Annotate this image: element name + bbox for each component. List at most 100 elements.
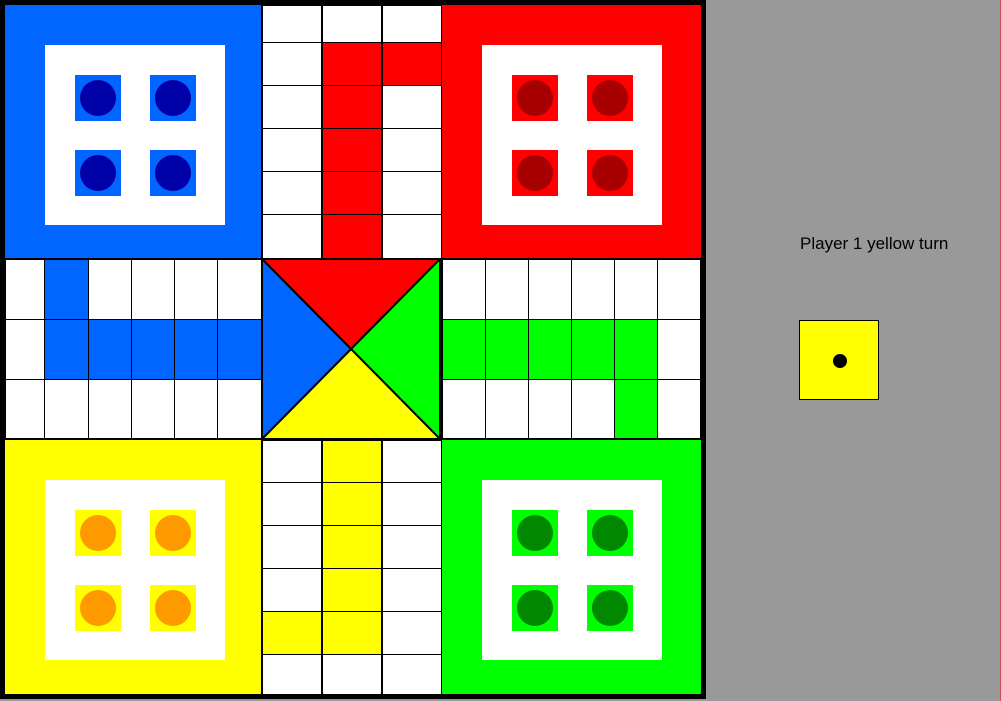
green-token[interactable]: [592, 590, 628, 626]
green-token-slot: [587, 510, 633, 556]
green-token[interactable]: [517, 515, 553, 551]
track-cell: [382, 482, 442, 526]
green-track-cell: [571, 319, 615, 380]
track-cell: [174, 379, 218, 439]
red-token[interactable]: [517, 155, 553, 191]
red-track-cell: [322, 171, 382, 215]
track-cell: [262, 128, 322, 172]
yellow-track-cell: [322, 611, 382, 655]
track-cell: [382, 85, 442, 129]
red-track-cell: [322, 128, 382, 172]
track-cell: [174, 259, 218, 320]
track-cell: [131, 379, 175, 439]
green-token-slot: [587, 585, 633, 631]
track-cell: [657, 259, 701, 320]
green-track-cell: [614, 319, 658, 380]
red-token[interactable]: [592, 155, 628, 191]
yellow-home: [5, 440, 261, 694]
red-token-slot: [512, 75, 558, 121]
red-token-slot: [587, 150, 633, 196]
track-cell: [614, 259, 658, 320]
track-cell: [382, 568, 442, 612]
yellow-token-slot: [75, 510, 121, 556]
yellow-track-cell: [322, 482, 382, 526]
track-cell: [262, 654, 322, 695]
track-cell: [322, 654, 382, 695]
blue-track-cell: [131, 319, 175, 380]
track-cell: [528, 259, 572, 320]
track-cell: [657, 379, 701, 439]
blue-track-cell: [88, 319, 132, 380]
track-cell: [262, 171, 322, 215]
track-cell: [262, 440, 322, 483]
track-cell: [485, 379, 529, 439]
yellow-token[interactable]: [80, 515, 116, 551]
blue-token-slot: [150, 75, 196, 121]
red-track-cell: [322, 42, 382, 86]
yellow-token[interactable]: [155, 590, 191, 626]
track-cell: [5, 379, 45, 439]
blue-home-yard: [45, 45, 225, 225]
dice-pip: [833, 354, 847, 368]
track-cell: [217, 379, 262, 439]
green-token[interactable]: [517, 590, 553, 626]
yellow-token[interactable]: [80, 590, 116, 626]
track-cell: [382, 654, 442, 695]
track-cell: [5, 259, 45, 320]
green-track-cell: [485, 319, 529, 380]
blue-token[interactable]: [155, 155, 191, 191]
track-cell: [262, 568, 322, 612]
blue-token-slot: [75, 75, 121, 121]
track-cell: [657, 319, 701, 380]
dice-button[interactable]: [799, 320, 879, 400]
yellow-token-slot: [150, 510, 196, 556]
blue-token-slot: [150, 150, 196, 196]
ludo-board: [0, 0, 706, 699]
turn-status-text: Player 1 yellow turn: [800, 234, 949, 253]
blue-token[interactable]: [80, 80, 116, 116]
red-token[interactable]: [517, 80, 553, 116]
track-cell: [382, 525, 442, 569]
red-track-cell: [322, 214, 382, 259]
track-cell: [262, 525, 322, 569]
blue-token[interactable]: [155, 80, 191, 116]
track-cell: [382, 214, 442, 259]
green-token-slot: [512, 585, 558, 631]
yellow-track-cell: [262, 611, 322, 655]
green-home: [442, 440, 701, 694]
track-cell: [88, 379, 132, 439]
track-cell: [262, 5, 322, 43]
track-cell: [382, 171, 442, 215]
center-home-triangles: [262, 259, 440, 439]
yellow-track-cell: [322, 568, 382, 612]
track-cell: [528, 379, 572, 439]
yellow-home-yard: [45, 480, 225, 660]
side-panel: Player 1 yellow turn: [706, 0, 1001, 701]
track-cell: [442, 379, 486, 439]
blue-track-cell: [174, 319, 218, 380]
track-cell: [485, 259, 529, 320]
track-cell: [322, 5, 382, 43]
track-cell: [262, 42, 322, 86]
yellow-token-slot: [75, 585, 121, 631]
red-home: [442, 5, 701, 258]
track-cell: [217, 259, 262, 320]
yellow-token-slot: [150, 585, 196, 631]
red-token[interactable]: [592, 80, 628, 116]
track-cell: [382, 440, 442, 483]
track-cell: [382, 611, 442, 655]
track-cell: [262, 482, 322, 526]
red-track-cell: [382, 42, 442, 86]
yellow-track-cell: [322, 525, 382, 569]
green-token[interactable]: [592, 515, 628, 551]
red-token-slot: [512, 150, 558, 196]
track-cell: [88, 259, 132, 320]
red-track-cell: [322, 85, 382, 129]
blue-home: [5, 5, 261, 258]
track-cell: [131, 259, 175, 320]
yellow-token[interactable]: [155, 515, 191, 551]
track-cell: [262, 85, 322, 129]
track-cell: [571, 259, 615, 320]
green-token-slot: [512, 510, 558, 556]
blue-token[interactable]: [80, 155, 116, 191]
